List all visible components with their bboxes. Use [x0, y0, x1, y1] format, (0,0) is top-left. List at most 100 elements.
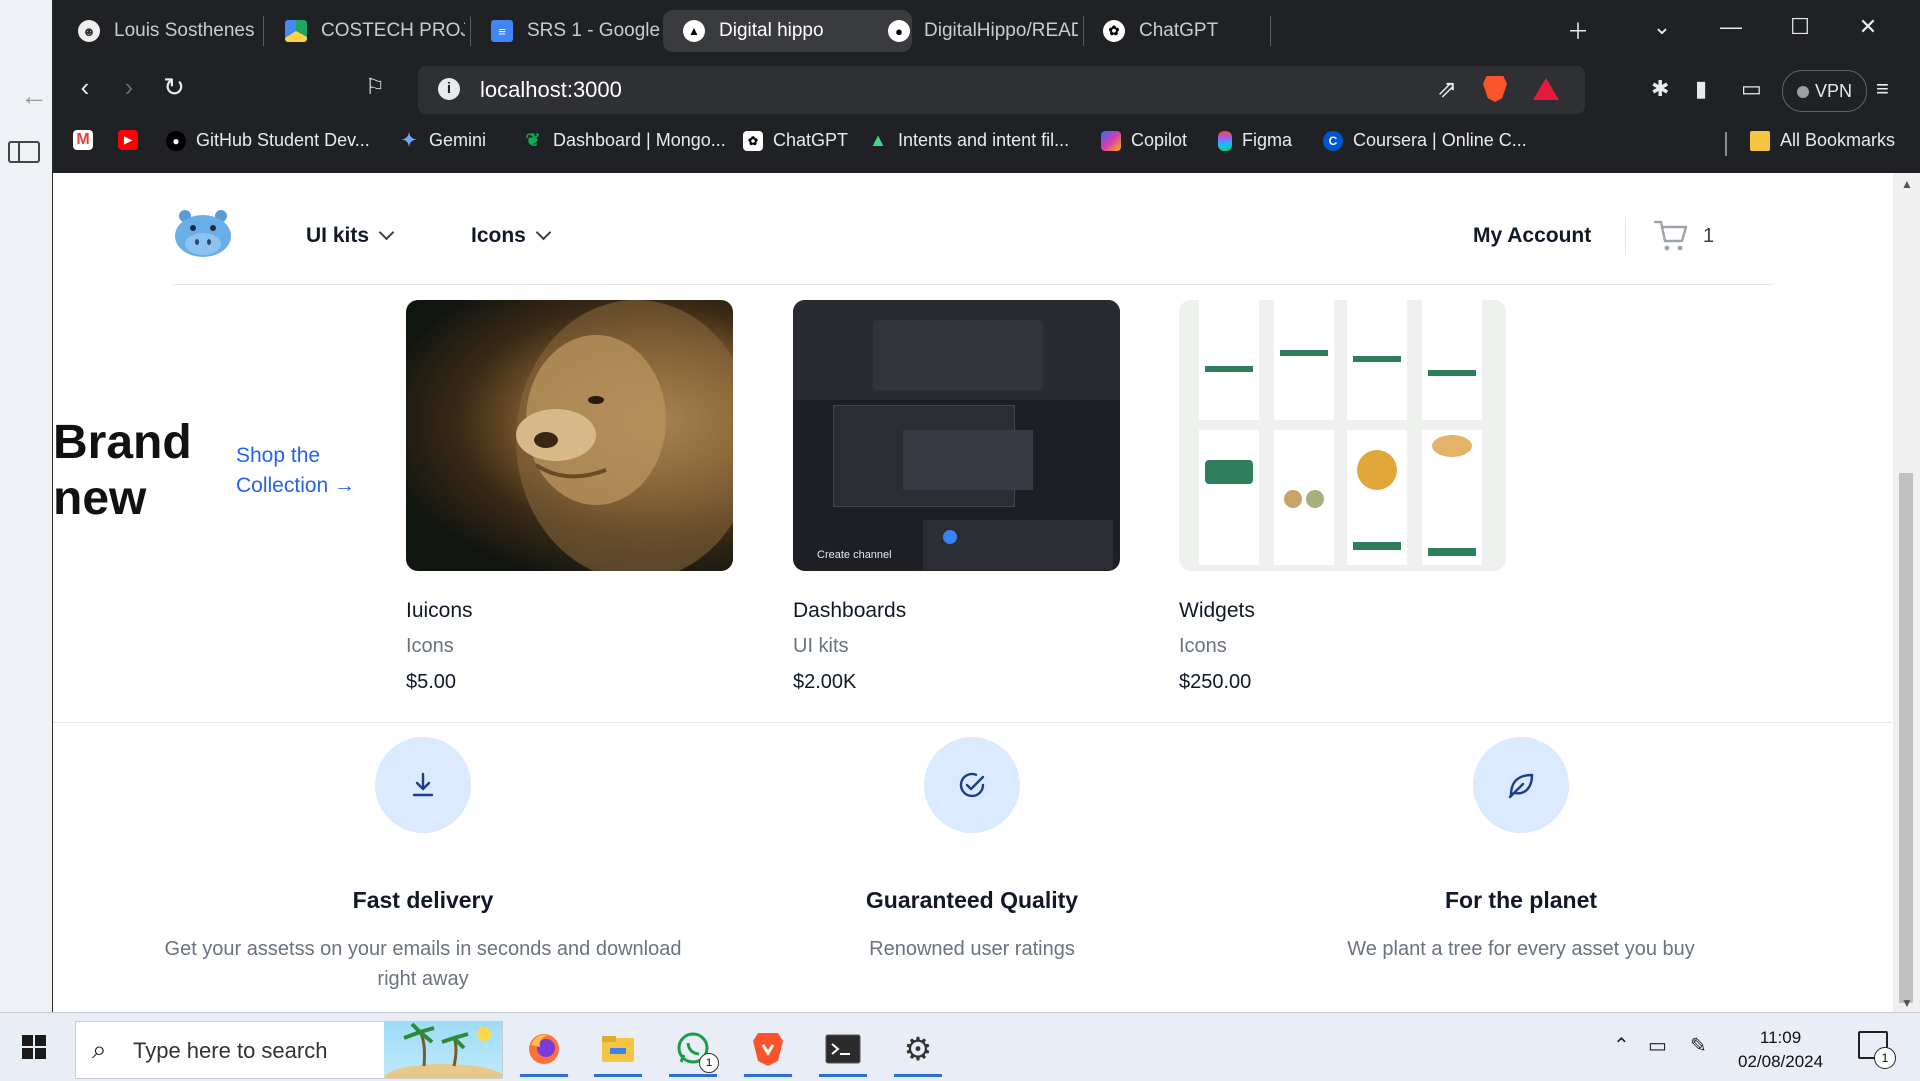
maximize-icon[interactable]: ☐: [1780, 14, 1820, 40]
back-icon[interactable]: ‹: [65, 72, 105, 103]
tab-chatgpt[interactable]: ✿ ChatGPT: [1083, 10, 1283, 52]
wallet-icon[interactable]: ▭: [1741, 76, 1762, 102]
battery-icon[interactable]: ▭: [1648, 1033, 1667, 1058]
notification-center-icon[interactable]: 1: [1858, 1031, 1896, 1069]
vpn-label: VPN: [1815, 81, 1853, 101]
bookmark-youtube[interactable]: ▶: [118, 130, 148, 150]
bookmark-github-student[interactable]: ● GitHub Student Dev...: [166, 130, 370, 151]
cart-icon[interactable]: [1653, 217, 1689, 253]
tab-louis[interactable]: ☻ Louis Sosthenes Konye: [58, 10, 258, 52]
system-clock[interactable]: 11:09 02/08/2024: [1738, 1026, 1823, 1074]
nav-ui-kits[interactable]: UI kits: [306, 224, 395, 248]
scrollbar-thumb[interactable]: [1899, 473, 1913, 1003]
taskbar-terminal[interactable]: [815, 1021, 871, 1077]
sidebar-panel-icon[interactable]: [8, 141, 40, 163]
lion-illustration: [516, 300, 733, 571]
hippo-logo-icon[interactable]: [173, 208, 233, 258]
chevron-down-icon: [378, 224, 395, 241]
taskbar-search-box[interactable]: ⌕ Type here to search: [75, 1021, 503, 1079]
my-account-link[interactable]: My Account: [1473, 224, 1591, 248]
perk-fast-delivery: Fast delivery Get your assetss on your e…: [163, 737, 683, 994]
bookmark-figma[interactable]: Figma: [1218, 130, 1292, 151]
bookmark-mongodb[interactable]: ❦ Dashboard | Mongo...: [523, 130, 725, 151]
taskbar-file-explorer[interactable]: [590, 1021, 646, 1077]
mongodb-leaf-icon: ❦: [525, 130, 541, 150]
scroll-up-icon[interactable]: ▲: [1901, 177, 1913, 191]
google-drive-icon: [285, 20, 307, 42]
product-price: $250.00: [1179, 671, 1252, 693]
forward-icon[interactable]: ›: [109, 72, 149, 103]
share-icon[interactable]: ⇗: [1437, 75, 1457, 104]
running-indicator: [744, 1074, 792, 1077]
bookmark-coursera[interactable]: C Coursera | Online C...: [1323, 130, 1527, 151]
page-scrollbar[interactable]: ▲ ▼: [1893, 173, 1920, 1012]
bookmark-android-intents[interactable]: ▲ Intents and intent fil...: [868, 130, 1069, 151]
vpn-button[interactable]: VPN: [1782, 70, 1868, 112]
tab-search-chevron-icon[interactable]: ⌄: [1642, 14, 1682, 40]
bookmark-icon[interactable]: ⚐: [355, 74, 395, 100]
menu-icon[interactable]: ≡: [1876, 76, 1889, 102]
extensions-icon[interactable]: ✱: [1651, 76, 1669, 102]
close-window-icon[interactable]: ✕: [1848, 14, 1888, 40]
create-channel-caption: Create channel: [817, 549, 892, 561]
copilot-icon: [1101, 130, 1121, 151]
bookmark-label: Figma: [1242, 130, 1293, 150]
figma-icon: [1218, 130, 1232, 151]
show-hidden-icons-chevron-icon[interactable]: ⌃: [1613, 1033, 1630, 1058]
bookmark-label: ChatGPT: [773, 130, 849, 150]
hero-title: Brand new: [53, 415, 192, 527]
shop-collection-link[interactable]: Shop the Collection →: [236, 441, 355, 501]
address-bar[interactable]: i localhost:3000 ⇗: [418, 66, 1585, 114]
chevron-down-icon: [535, 224, 552, 241]
minimize-icon[interactable]: —: [1711, 14, 1751, 40]
gemini-sparkle-icon: ✦: [401, 130, 417, 150]
sidebar-toggle-icon[interactable]: ▮: [1695, 76, 1707, 102]
taskbar-brave[interactable]: [740, 1021, 796, 1077]
scroll-down-icon[interactable]: ▼: [1901, 996, 1913, 1010]
bookmark-copilot[interactable]: Copilot: [1101, 130, 1187, 151]
taskbar-settings[interactable]: ⚙: [890, 1021, 946, 1077]
product-card[interactable]: Iuicons Icons $5.00: [406, 300, 733, 694]
tab-github-readme[interactable]: ● DigitalHippo/README: [868, 10, 1078, 52]
perk-description: We plant a tree for every asset you buy: [1347, 938, 1695, 960]
bookmark-chatgpt[interactable]: ✿ ChatGPT: [743, 130, 848, 151]
product-image-dashboards[interactable]: Create channel: [793, 300, 1120, 571]
tab-costech[interactable]: COSTECH PROJECT1 2: [265, 10, 465, 52]
perk-description: Get your assetss on your emails in secon…: [164, 938, 682, 990]
product-name[interactable]: Widgets: [1179, 599, 1506, 623]
tab-title: DigitalHippo/README: [924, 20, 1078, 41]
product-card[interactable]: Widgets Icons $250.00: [1179, 300, 1506, 694]
windows-start-icon[interactable]: [22, 1035, 46, 1059]
product-image-lion[interactable]: [406, 300, 733, 571]
product-name[interactable]: Iuicons: [406, 599, 733, 623]
taskbar-whatsapp[interactable]: 1: [665, 1021, 721, 1077]
taskbar-firefox[interactable]: [516, 1021, 572, 1077]
tab-title: Louis Sosthenes Konye: [114, 20, 258, 41]
bookmark-gemini[interactable]: ✦ Gemini: [399, 130, 486, 151]
page-viewport: UI kits Icons My Account 1 Brand new Sho…: [53, 173, 1893, 1012]
notification-badge: 1: [1874, 1047, 1896, 1069]
perks-section: Fast delivery Get your assetss on your e…: [53, 722, 1893, 1012]
product-name[interactable]: Dashboards: [793, 599, 1120, 623]
product-card[interactable]: Create channel Dashboards UI kits $2.00K: [793, 300, 1120, 694]
new-tab-icon[interactable]: ＋: [1558, 14, 1598, 46]
perk-icon-circle: [924, 737, 1020, 833]
bookmark-label: All Bookmarks: [1780, 130, 1896, 150]
bookmark-gmail[interactable]: M: [73, 130, 103, 150]
brave-browser-icon: [753, 1033, 783, 1066]
phone-screen: [1274, 300, 1334, 420]
reload-icon[interactable]: ↻: [154, 72, 194, 103]
site-info-icon[interactable]: i: [438, 78, 460, 100]
tab-srs-docs[interactable]: ≡ SRS 1 - Google Docs: [471, 10, 671, 52]
product-image-widgets[interactable]: [1179, 300, 1506, 571]
nav-icons-label: Icons: [471, 224, 526, 247]
back-arrow-icon[interactable]: ←: [20, 80, 48, 112]
brave-rewards-icon[interactable]: [1533, 78, 1559, 100]
download-arrow-icon: [412, 772, 434, 797]
phone-screen: [1347, 430, 1407, 565]
running-indicator: [520, 1074, 568, 1077]
brave-shields-icon[interactable]: [1483, 76, 1507, 102]
all-bookmarks-button[interactable]: All Bookmarks: [1750, 130, 1895, 151]
nav-icons[interactable]: Icons: [471, 224, 552, 248]
pen-ink-icon[interactable]: ✎: [1690, 1033, 1707, 1058]
